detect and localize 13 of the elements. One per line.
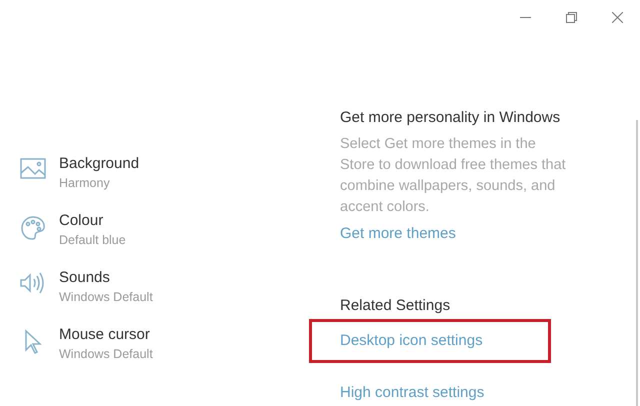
theme-item[interactable]: Colour Default blue [20, 211, 220, 254]
theme-item[interactable]: Background Harmony [20, 154, 220, 197]
theme-item[interactable]: Sounds Windows Default [20, 268, 220, 311]
speaker-icon [20, 272, 46, 294]
description-text: Select Get more themes in the Store to download free themes that combine wallpapers, sounds, and accent colors. [340, 135, 567, 217]
restore-icon [566, 12, 576, 22]
picture-icon [20, 158, 46, 180]
close-icon [612, 12, 622, 22]
section-heading: Get more personality in Windows [340, 108, 562, 128]
section-heading: Related Settings [340, 296, 452, 316]
palette-icon [20, 215, 46, 241]
scrollbar[interactable] [636, 120, 638, 406]
theme-item[interactable]: Mouse cursor Windows Default [20, 325, 220, 368]
